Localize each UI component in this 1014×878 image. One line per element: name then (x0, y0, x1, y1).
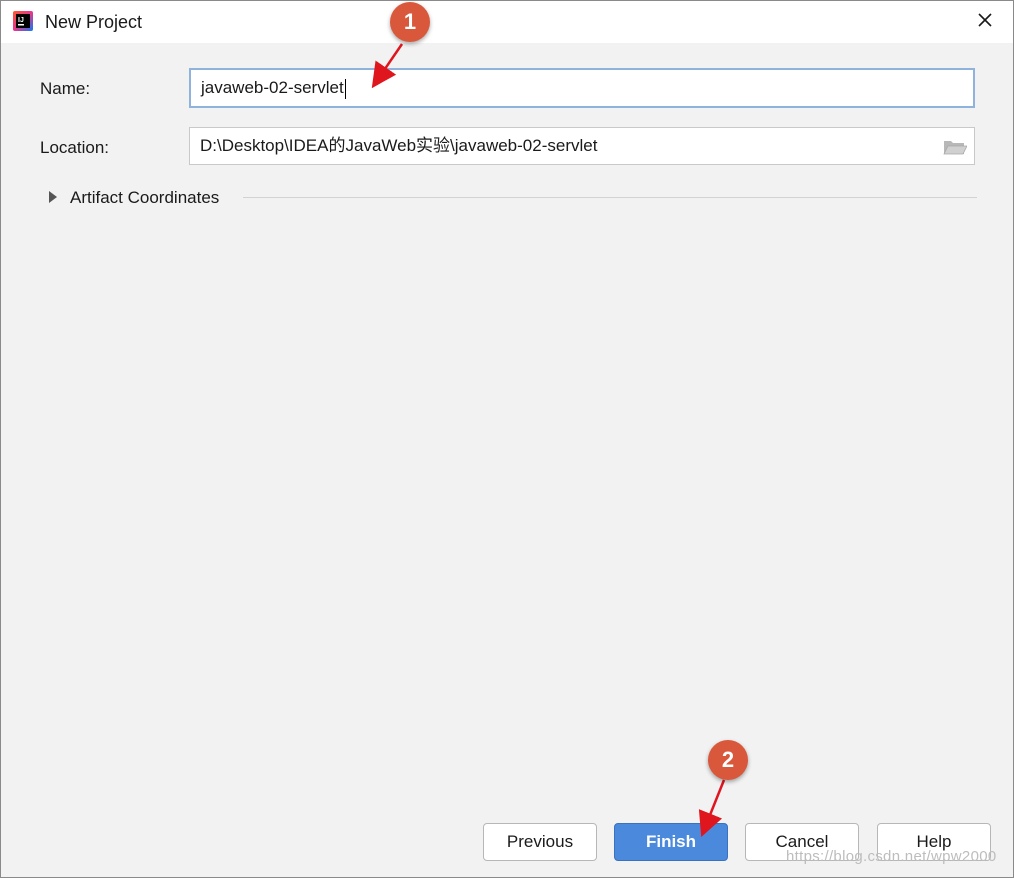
location-input-value: D:\Desktop\IDEA的JavaWeb实验\javaweb-02-ser… (200, 136, 598, 155)
svg-text:IJ: IJ (18, 17, 24, 24)
intellij-idea-icon: IJ (13, 11, 33, 31)
folder-icon[interactable] (943, 138, 967, 156)
name-input-value: javaweb-02-servlet (201, 78, 344, 97)
finish-button[interactable]: Finish (614, 823, 728, 861)
name-label: Name: (40, 79, 91, 98)
close-icon[interactable] (974, 9, 996, 31)
triangle-right-icon (49, 191, 57, 203)
annotation-badge-1: 1 (390, 2, 430, 42)
text-caret (344, 78, 346, 99)
section-divider (243, 197, 977, 198)
dialog-content: Name: javaweb-02-servlet Location: D:\De… (1, 43, 1013, 877)
artifact-coordinates-toggle[interactable]: Artifact Coordinates (41, 185, 977, 211)
location-input[interactable]: D:\Desktop\IDEA的JavaWeb实验\javaweb-02-ser… (189, 127, 975, 165)
new-project-dialog: IJ New Project Name: javaweb-02-servlet … (0, 0, 1014, 878)
watermark: https://blog.csdn.net/wpw2000 (786, 848, 997, 865)
window-title: New Project (45, 12, 143, 32)
title-bar: IJ New Project (1, 1, 1013, 43)
name-input[interactable]: javaweb-02-servlet (189, 68, 975, 108)
artifact-coordinates-label: Artifact Coordinates (70, 188, 220, 207)
annotation-badge-2: 2 (708, 740, 748, 780)
location-label: Location: (40, 138, 109, 157)
previous-button[interactable]: Previous (483, 823, 597, 861)
